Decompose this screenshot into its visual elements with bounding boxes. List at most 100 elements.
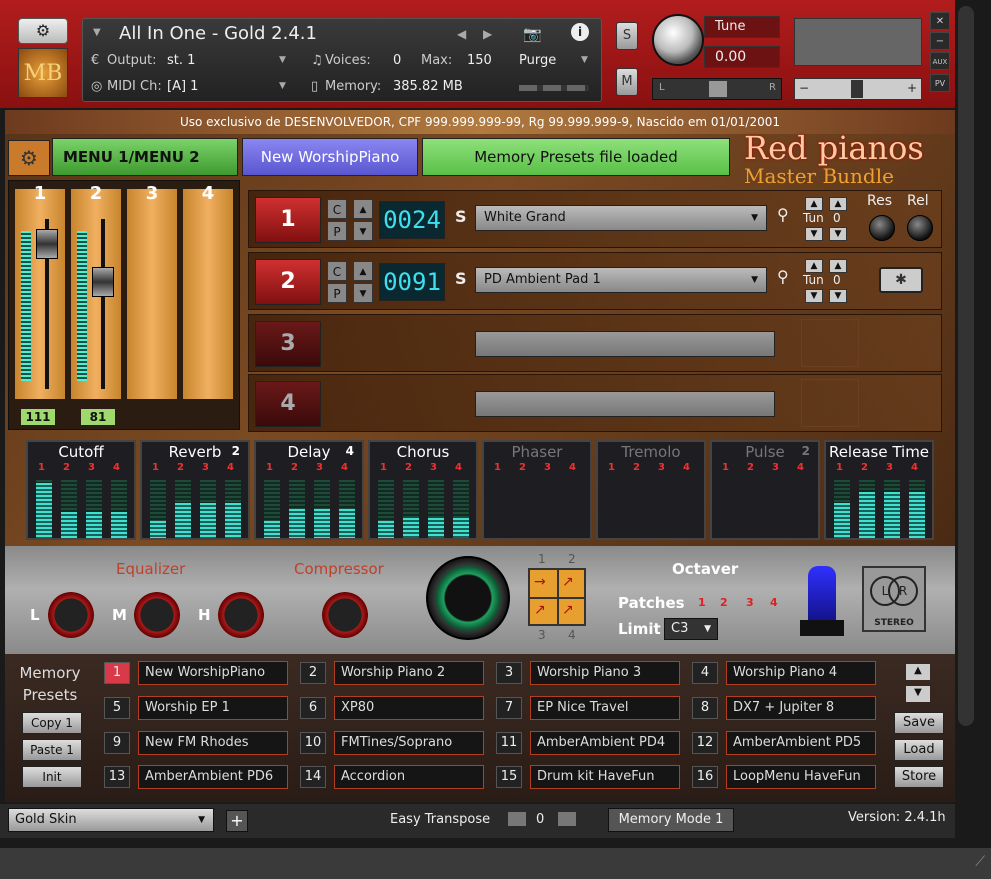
routing-pad[interactable]: → ↗ ↗ ↗ <box>528 568 586 626</box>
p-button[interactable]: P <box>327 221 347 241</box>
effect-pulse[interactable]: Pulse 2 1 2 3 4 <box>710 440 820 540</box>
paste-button[interactable]: Paste 1 <box>22 739 82 761</box>
preset-slot-number[interactable]: 3 <box>496 662 522 684</box>
patch-select[interactable]: PD Ambient Pad 1 ▼ <box>475 267 767 293</box>
preset-slot-number[interactable]: 11 <box>496 732 522 754</box>
memory-mode-button[interactable]: Memory Mode 1 <box>608 808 734 832</box>
solo-slot-button[interactable]: S <box>455 269 467 288</box>
preset-name[interactable]: AmberAmbient PD4 <box>530 731 680 755</box>
pan-slider[interactable]: L R <box>652 78 782 100</box>
tune-down-icon[interactable]: ▼ <box>829 289 847 303</box>
resize-grip-icon[interactable]: ⟋ <box>975 854 985 870</box>
eq-high-knob[interactable] <box>218 592 264 638</box>
tune-up-icon[interactable]: ▲ <box>829 259 847 273</box>
preset-slot-number[interactable]: 6 <box>300 697 326 719</box>
effect-bar[interactable] <box>175 503 191 538</box>
load-button[interactable]: Load <box>894 739 944 761</box>
slot-number-button[interactable]: 2 <box>255 259 321 305</box>
volume-slider[interactable]: − + <box>794 78 922 100</box>
c-button[interactable]: C <box>327 261 347 281</box>
preset-slot-number[interactable]: 14 <box>300 766 326 788</box>
octaver-patch-1[interactable]: 1 <box>698 596 706 609</box>
slot-number-button[interactable]: 1 <box>255 197 321 243</box>
preset-name[interactable]: AmberAmbient PD5 <box>726 731 876 755</box>
slot-number-button[interactable]: 4 <box>255 381 321 427</box>
res-knob[interactable] <box>869 215 895 241</box>
gear-icon[interactable]: ⚙ <box>8 140 50 176</box>
preset-slot-number[interactable]: 2 <box>300 662 326 684</box>
preset-slot-number[interactable]: 9 <box>104 732 130 754</box>
midi-value[interactable]: [A] 1 <box>167 79 198 94</box>
route-arrow-icon[interactable]: ↗ <box>562 602 574 618</box>
eq-mid-knob[interactable] <box>134 592 180 638</box>
patch-select-empty[interactable] <box>475 391 775 417</box>
effect-bar[interactable] <box>909 492 925 538</box>
effect-bar[interactable] <box>61 512 77 538</box>
scroll-down-icon[interactable]: ▼ <box>906 686 930 702</box>
fader-thumb[interactable] <box>92 267 114 297</box>
effect-cutoff[interactable]: Cutoff 1 2 3 4 <box>26 440 136 540</box>
preset-name[interactable]: Drum kit HaveFun <box>530 765 680 789</box>
effect-bar[interactable] <box>339 509 355 538</box>
preset-slot-number[interactable]: 1 <box>104 662 130 684</box>
down-arrow-icon[interactable]: ▼ <box>353 221 373 241</box>
effect-bar[interactable] <box>289 509 305 538</box>
effect-title[interactable]: Chorus <box>370 442 476 462</box>
c-button[interactable]: C <box>327 199 347 219</box>
midi-dropdown-icon[interactable]: ▼ <box>279 81 286 91</box>
preset-name[interactable]: Accordion <box>334 765 484 789</box>
purge-dropdown-icon[interactable]: ▼ <box>581 55 588 65</box>
scroll-up-icon[interactable]: ▲ <box>906 664 930 680</box>
limit-select[interactable]: C3 ▼ <box>664 618 718 640</box>
preset-slot-number[interactable]: 13 <box>104 766 130 788</box>
up-arrow-icon[interactable]: ▲ <box>353 261 373 281</box>
skin-select[interactable]: Gold Skin ▼ <box>8 808 214 832</box>
route-arrow-icon[interactable]: ↗ <box>562 574 574 590</box>
effect-bar[interactable] <box>86 512 102 538</box>
preset-name[interactable]: AmberAmbient PD6 <box>138 765 288 789</box>
effect-bar[interactable] <box>225 503 241 538</box>
patch-select[interactable]: White Grand ▼ <box>475 205 767 231</box>
effect-title[interactable]: Release Time <box>826 442 932 462</box>
camera-icon[interactable]: 📷 <box>523 25 542 43</box>
preset-slot-number[interactable]: 7 <box>496 697 522 719</box>
effect-bar[interactable] <box>378 521 394 538</box>
compressor-knob[interactable] <box>322 592 368 638</box>
tune-up-icon[interactable]: ▲ <box>805 197 823 211</box>
effect-tremolo[interactable]: Tremolo 1 2 3 4 <box>596 440 706 540</box>
route-arrow-icon[interactable]: → <box>534 574 546 590</box>
patch-select-empty[interactable] <box>475 331 775 357</box>
next-instrument-icon[interactable]: ▶ <box>483 27 492 41</box>
output-value[interactable]: st. 1 <box>167 53 195 68</box>
effect-bar[interactable] <box>200 503 216 538</box>
copy-button[interactable]: Copy 1 <box>22 712 82 734</box>
effect-bar[interactable] <box>314 509 330 538</box>
effect-bar[interactable] <box>859 492 875 538</box>
max-value[interactable]: 150 <box>467 53 492 68</box>
octaver-patch-4[interactable]: 4 <box>770 596 778 609</box>
info-icon[interactable]: i <box>571 23 589 41</box>
preset-slot-number[interactable]: 5 <box>104 697 130 719</box>
asterisk-icon[interactable]: ✱ <box>879 267 923 293</box>
preset-name[interactable]: XP80 <box>334 696 484 720</box>
preset-name[interactable]: New WorshipPiano <box>138 661 288 685</box>
store-button[interactable]: Store <box>894 766 944 788</box>
effect-bar[interactable] <box>453 518 469 538</box>
transpose-down-icon[interactable] <box>508 812 526 826</box>
preset-name[interactable]: DX7 + Jupiter 8 <box>726 696 876 720</box>
preset-name[interactable]: FMTines/Soprano <box>334 731 484 755</box>
preset-name[interactable]: LoopMenu HaveFun <box>726 765 876 789</box>
octaver-patch-3[interactable]: 3 <box>746 596 754 609</box>
tune-down-icon[interactable]: ▼ <box>805 289 823 303</box>
wrench-icon[interactable]: ⚙ <box>18 18 68 44</box>
solo-slot-button[interactable]: S <box>455 207 467 226</box>
close-icon[interactable]: ✕ <box>930 12 950 30</box>
effect-title[interactable]: Phaser <box>484 442 590 462</box>
effect-bar[interactable] <box>884 492 900 538</box>
purge-button[interactable]: Purge <box>519 53 556 68</box>
route-arrow-icon[interactable]: ↗ <box>534 602 546 618</box>
effect-bar[interactable] <box>403 518 419 538</box>
transpose-up-icon[interactable] <box>558 812 576 826</box>
pv-button[interactable]: PV <box>930 74 950 92</box>
effect-bar[interactable] <box>36 483 52 538</box>
